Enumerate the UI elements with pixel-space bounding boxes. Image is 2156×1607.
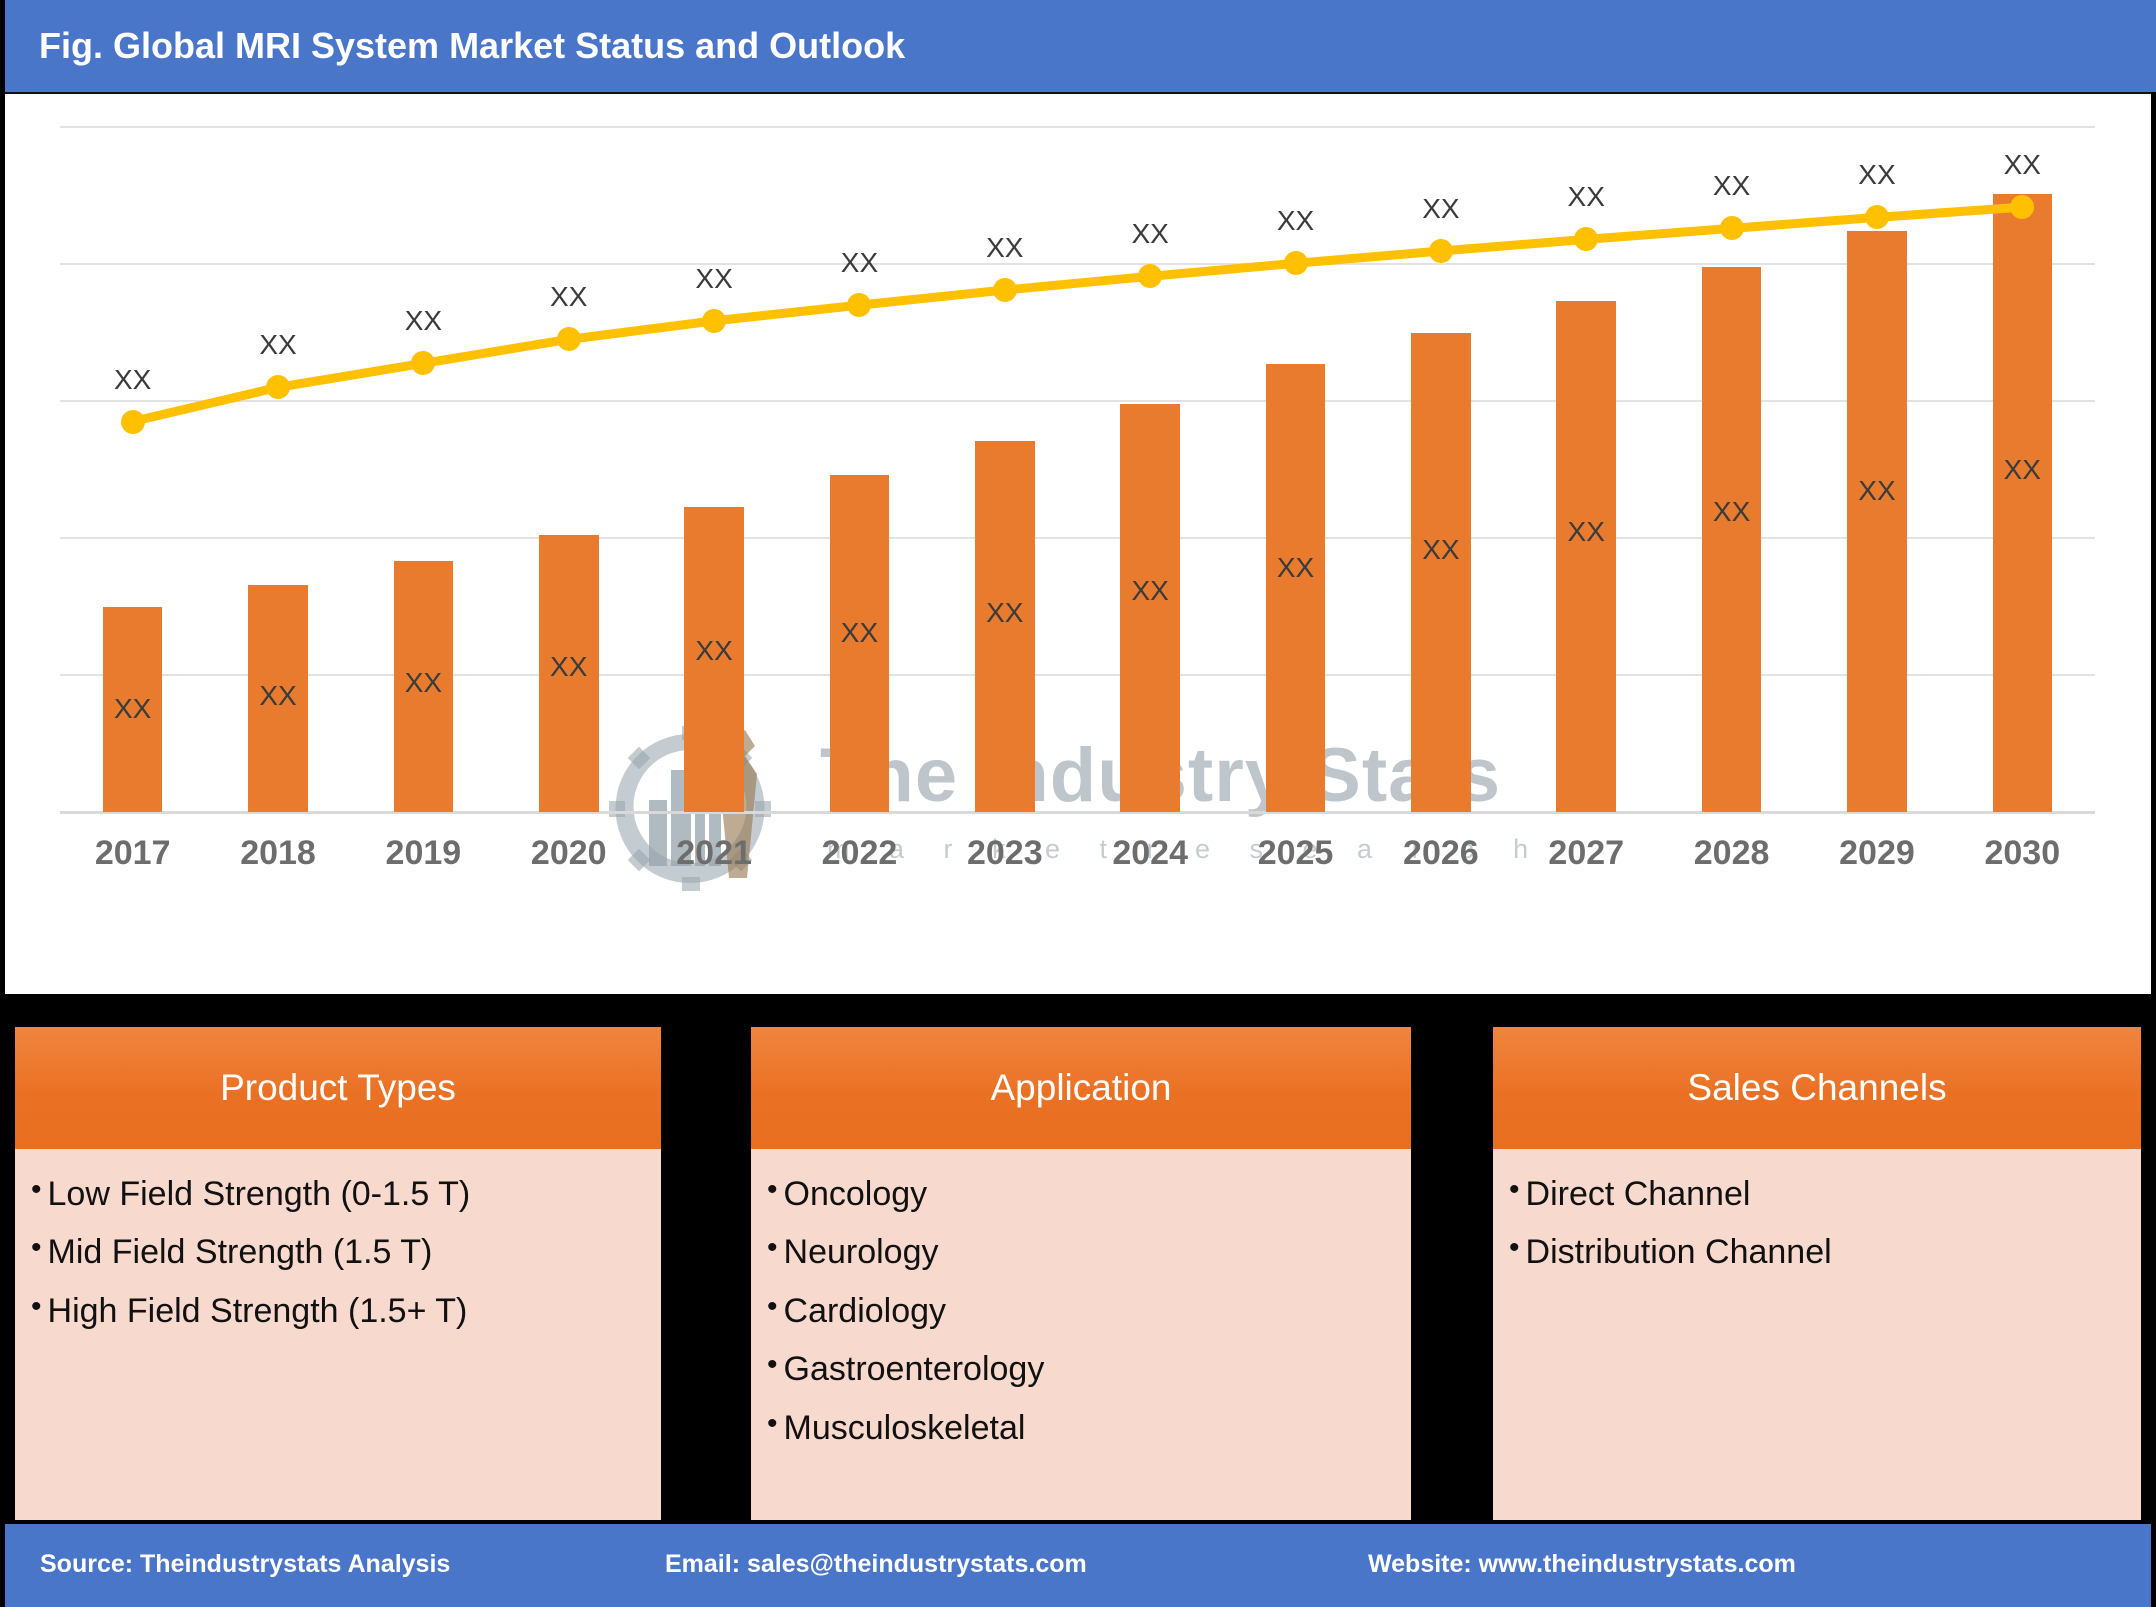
line-point-2028 (1719, 216, 1744, 241)
line-value-label: XX (840, 247, 879, 279)
list-item-label: Oncology (783, 1175, 928, 1213)
footer-bar: Source: Theindustrystats Analysis Email:… (5, 1522, 2151, 1607)
figure-root: Fig. Global MRI System Market Status and… (0, 0, 2156, 1607)
list-item-label: High Field Strength (1.5+ T) (47, 1291, 468, 1330)
line-value-label: XX (1712, 170, 1751, 202)
x-axis-label-2020: 2020 (530, 834, 607, 872)
line-value-label: XX (1858, 159, 1896, 191)
x-axis-label-2017: 2017 (94, 834, 171, 872)
list-item-label: Distribution Channel (1525, 1233, 1832, 1272)
line-value-label: XX (1276, 205, 1315, 237)
list-item: • Neurology (767, 1233, 1399, 1272)
list-item: • Musculoskeletal (767, 1406, 1399, 1448)
title-bar: Fig. Global MRI System Market Status and… (5, 0, 2156, 92)
line-value-label: XX (404, 305, 443, 337)
category-box-product-types: Product Types • Low Field Strength (0-1.5… (15, 1027, 661, 1520)
line-value-label: XX (986, 232, 1024, 264)
x-axis-labels: 2017 2018 2019 2020 2021 2022 2023 2024 2025 2026… (60, 834, 2095, 884)
list-item: • Low Field Strength (0-1.5 T) (31, 1175, 649, 1214)
bullet-icon: • (1509, 1231, 1520, 1265)
line-value-label: XX (1567, 181, 1605, 213)
category-box-sales-channels: Sales Channels • Direct Channel • Distribut… (1493, 1027, 2141, 1520)
bullet-icon: • (767, 1348, 778, 1382)
line-point-2025 (1283, 251, 1308, 276)
list-item-label: Direct Channel (1525, 1175, 1751, 1213)
footer-website: Website: www.theindustrystats.com (1368, 1550, 1796, 1578)
line-point-2023 (992, 278, 1017, 303)
bullet-icon: • (1509, 1173, 1520, 1206)
category-list-application: • Oncology • Neurology • Cardiology • Gastroent… (751, 1149, 1411, 1520)
footer-source: Source: Theindustrystats Analysis (40, 1550, 451, 1578)
line-value-label: XX (113, 363, 152, 395)
bullet-icon: • (31, 1173, 42, 1206)
bullet-icon: • (31, 1231, 42, 1265)
line-point-2017 (120, 409, 145, 434)
line-value-label: XX (550, 281, 588, 313)
x-axis-label-2029: 2029 (1839, 834, 1915, 872)
category-box-application: Application • Oncology • Neurology • Cardiolo… (751, 1027, 1411, 1520)
plot-area: The Industry Stats m a r k e t r e s e a… (60, 126, 2095, 891)
list-item-label: Low Field Strength (0-1.5 T) (47, 1175, 471, 1213)
line-value-label: XX (259, 329, 297, 361)
line-value-label: XX (695, 262, 733, 294)
x-axis-label-2026: 2026 (1403, 834, 1479, 872)
category-heading-sales-channels: Sales Channels (1493, 1027, 2141, 1149)
bullet-icon: • (31, 1289, 42, 1323)
bullet-icon: • (767, 1406, 778, 1440)
x-axis-label-2024: 2024 (1112, 834, 1188, 872)
bullet-icon: • (767, 1173, 778, 1206)
category-list-sales-channels: • Direct Channel • Distribution Channel (1493, 1149, 2141, 1520)
x-axis-label-2019: 2019 (385, 834, 462, 872)
line-point-2020 (556, 327, 581, 352)
x-axis-label-2018: 2018 (240, 834, 316, 872)
line-point-2021 (702, 308, 727, 333)
list-item: • Gastroenterology (767, 1350, 1399, 1389)
list-item: • Mid Field Strength (1.5 T) (31, 1233, 649, 1272)
x-axis-label-2028: 2028 (1693, 834, 1770, 872)
list-item-label: Gastroenterology (783, 1350, 1045, 1389)
list-item-label: Musculoskeletal (783, 1408, 1026, 1447)
category-list-product-types: • Low Field Strength (0-1.5 T) • Mid Field … (15, 1149, 661, 1520)
list-item: • Cardiology (767, 1289, 1399, 1331)
category-heading-product-types: Product Types (15, 1027, 661, 1149)
category-heading-application: Application (751, 1027, 1411, 1149)
list-item: • Oncology (767, 1175, 1399, 1214)
list-item: • High Field Strength (1.5+ T) (31, 1289, 649, 1331)
footer-email: Email: sales@theindustrystats.com (665, 1550, 1087, 1578)
bullet-icon: • (767, 1289, 778, 1323)
x-axis-label-2022: 2022 (821, 834, 898, 872)
x-axis-label-2021: 2021 (676, 834, 752, 872)
line-value-label: XX (2003, 149, 2041, 181)
list-item-label: Cardiology (783, 1291, 947, 1330)
chart-panel: The Industry Stats m a r k e t r e s e a… (5, 92, 2151, 1035)
x-axis-label-2025: 2025 (1257, 834, 1334, 872)
list-item-label: Neurology (783, 1233, 939, 1272)
line-value-label: XX (1131, 218, 1169, 250)
x-axis-label-2030: 2030 (1984, 834, 2061, 872)
bullet-icon: • (767, 1231, 778, 1265)
line-value-label: XX (1422, 192, 1460, 224)
list-item-label: Mid Field Strength (1.5 T) (47, 1233, 433, 1272)
segmentation-band: Product Types • Low Field Strength (0-1.5… (5, 994, 2151, 1522)
list-item: • Distribution Channel (1509, 1233, 2129, 1272)
x-axis-label-2023: 2023 (966, 834, 1043, 872)
page-title: Fig. Global MRI System Market Status and… (39, 25, 906, 66)
line-point-2026 (1428, 238, 1453, 263)
x-axis-label-2027: 2027 (1548, 834, 1625, 872)
list-item: • Direct Channel (1509, 1175, 2129, 1214)
